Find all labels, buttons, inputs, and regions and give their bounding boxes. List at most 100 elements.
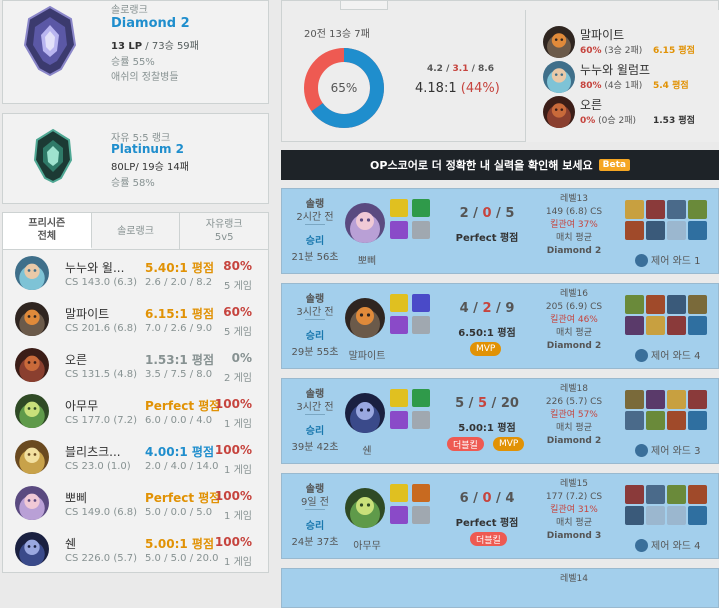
- item-icon[interactable]: [625, 485, 644, 504]
- item-icon[interactable]: [688, 390, 707, 409]
- champion-row[interactable]: 블리츠크... CS 23.0 (1.0) 4.00:1 평점 2.0 / 4.0 /…: [2, 434, 269, 481]
- match-average-rank: Diamond 3: [546, 531, 602, 541]
- trinket-ward-icon[interactable]: [688, 411, 707, 430]
- trinket-ward-icon[interactable]: [688, 221, 707, 240]
- item-icon[interactable]: [646, 411, 665, 430]
- tab-solo-rank[interactable]: 솔로랭크: [92, 213, 181, 249]
- opscore-banner[interactable]: OP스코어로 더 정확한 내 실력을 확인해 보세요 Beta: [281, 150, 719, 180]
- control-ward-count: 제어 와드 4: [635, 347, 701, 363]
- item-icon[interactable]: [625, 411, 644, 430]
- champion-row[interactable]: 아무무 CS 177.0 (7.2) Perfect 평점 6.0 / 0.0 / 4…: [2, 388, 269, 435]
- item-icon[interactable]: [646, 295, 665, 314]
- item-icon[interactable]: [625, 316, 644, 335]
- empty-item-slot[interactable]: [667, 221, 686, 240]
- match-average-rank: Diamond 2: [546, 246, 602, 256]
- champion-portrait-icon: [543, 96, 575, 128]
- champion-winrate: 100%: [214, 443, 252, 457]
- item-icon[interactable]: [688, 295, 707, 314]
- match-kill-participation: 킬관여 46%: [550, 315, 598, 325]
- champion-stats-tabs: 프리시즌 전체 솔로랭크 자유랭크 5v5: [2, 212, 269, 250]
- match-cs: 149 (6.8) CS: [545, 207, 603, 217]
- champion-portrait: [15, 302, 49, 336]
- champion-row[interactable]: 누누와 윌... CS 143.0 (6.3) 5.40:1 평점 2.6 / 2.0…: [2, 250, 269, 297]
- champion-row[interactable]: 오른 CS 131.5 (4.8) 1.53:1 평점 3.5 / 7.5 / 8.0…: [2, 342, 269, 389]
- item-icon[interactable]: [646, 390, 665, 409]
- match-result: 승리: [305, 236, 325, 247]
- item-icon[interactable]: [667, 411, 686, 430]
- empty-item-slot[interactable]: [667, 506, 686, 525]
- match-kda: 5 / 5 / 20: [455, 396, 519, 411]
- solo-lp-record: 13 LP / 73승 59패: [111, 37, 199, 52]
- tab-flex-rank[interactable]: 자유랭크 5v5: [180, 213, 268, 249]
- item-icon[interactable]: [667, 200, 686, 219]
- match-kda: 4 / 2 / 9: [459, 301, 515, 316]
- champion-portrait-icon: [15, 348, 49, 382]
- item-icon[interactable]: [667, 316, 686, 335]
- champion-games: 2 게임: [224, 373, 252, 384]
- item-icon[interactable]: [625, 295, 644, 314]
- champion-portrait-icon: [15, 532, 49, 566]
- champion-row[interactable]: 쉔 CS 226.0 (5.7) 5.00:1 평점 5.0 / 5.0 / 20.0…: [2, 526, 269, 573]
- champion-portrait-icon: [15, 256, 49, 290]
- match-card[interactable]: 레벨14: [281, 568, 719, 608]
- item-icon[interactable]: [667, 485, 686, 504]
- avg-deaths: 3.1: [452, 64, 469, 74]
- match-card[interactable]: 솔랭 3시간 전 승리 29분 55초 말파이트 4 / 2 / 9 6.50:1 평점 M…: [281, 283, 719, 369]
- item-icon[interactable]: [688, 200, 707, 219]
- match-kda-ratio: 5.00:1 평점: [458, 423, 516, 434]
- match-average-rank: Diamond 2: [546, 436, 602, 446]
- champion-row[interactable]: 뽀삐 CS 149.0 (6.8) Perfect 평점 5.0 / 0.0 / 5.…: [2, 480, 269, 527]
- match-stats: 레벨18 226 (5.7) CS 킬관여 57% 매치 평균 Diamond 2: [534, 383, 614, 448]
- keystone-rune-icon: [390, 221, 408, 239]
- most-played-name: 누누와 윌럼프: [580, 63, 651, 77]
- item-icon[interactable]: [625, 390, 644, 409]
- champion-portrait-icon: [345, 203, 385, 243]
- trinket-ward-icon[interactable]: [688, 506, 707, 525]
- tab-preseason-all[interactable]: 프리시즌 전체: [3, 213, 92, 249]
- match-cs: 177 (7.2) CS: [545, 492, 603, 502]
- most-played-row: 누누와 윌럼프 80% (4승 1패) 5.4 평점: [543, 61, 719, 93]
- keystone-rune-icon: [390, 411, 408, 429]
- champion-portrait-icon: [15, 440, 49, 474]
- champion-portrait-icon: [15, 302, 49, 336]
- item-icon[interactable]: [667, 390, 686, 409]
- solo-league-name: 애쉬의 정찰병들: [111, 72, 179, 83]
- solo-record: / 73승 59패: [145, 41, 199, 52]
- match-kill-participation: 킬관여 31%: [550, 505, 598, 515]
- most-played-name: 오른: [580, 98, 603, 112]
- match-card[interactable]: 솔랭 9일 전 승리 24분 37초 아무무 6 / 0 / 4 Perfect 평점 더블…: [281, 473, 719, 559]
- avg-kills: 4.2: [427, 64, 443, 74]
- item-icon[interactable]: [625, 200, 644, 219]
- solo-tier: Diamond 2: [111, 16, 190, 31]
- avg-kda-detail: 4.2 / 3.1 / 8.6: [427, 64, 494, 74]
- match-card[interactable]: 솔랭 3시간 전 승리 39분 42초 쉔5 / 5 / 20 5.00:1 평점 더블킬…: [281, 378, 719, 464]
- match-duration: 29분 55초: [291, 347, 339, 358]
- match-time-ago: 3시간 전: [296, 307, 334, 318]
- item-icon[interactable]: [625, 221, 644, 240]
- match-kda-ratio: Perfect 평점: [455, 233, 519, 244]
- champion-portrait-icon: [345, 488, 385, 528]
- most-played-record: (0승 2패): [598, 116, 637, 126]
- champion-kda: Perfect 평점: [145, 491, 221, 505]
- match-card[interactable]: 솔랭 2시간 전 승리 21분 56초 뽀삐 2 / 0 / 5 Perfect 평점 레벨…: [281, 188, 719, 274]
- match-kda-ratio: Perfect 평점: [455, 518, 519, 529]
- item-icon[interactable]: [625, 506, 644, 525]
- champion-row[interactable]: 말파이트 CS 201.6 (6.8) 6.15:1 평점 7.0 / 2.6 / 9…: [2, 296, 269, 343]
- match-divider: [305, 414, 325, 415]
- item-icon[interactable]: [646, 200, 665, 219]
- item-icon[interactable]: [646, 316, 665, 335]
- item-icon[interactable]: [667, 295, 686, 314]
- champion-kda-detail: 5.0 / 5.0 / 20.0: [145, 553, 219, 564]
- champion-cs: CS 201.6 (6.8): [65, 323, 138, 334]
- empty-item-slot[interactable]: [646, 506, 665, 525]
- item-icon[interactable]: [646, 485, 665, 504]
- item-icon[interactable]: [646, 221, 665, 240]
- match-result: 승리: [305, 521, 325, 532]
- trinket-ward-icon[interactable]: [688, 316, 707, 335]
- champion-portrait-icon: [15, 394, 49, 428]
- flex-winrate: 승률 58%: [111, 178, 155, 189]
- champion-kda: 1.53:1 평점: [145, 353, 215, 367]
- item-icon[interactable]: [688, 485, 707, 504]
- solo-winrate: 승률 55%: [111, 57, 155, 68]
- control-ward-label: 제어 와드 4: [651, 351, 701, 362]
